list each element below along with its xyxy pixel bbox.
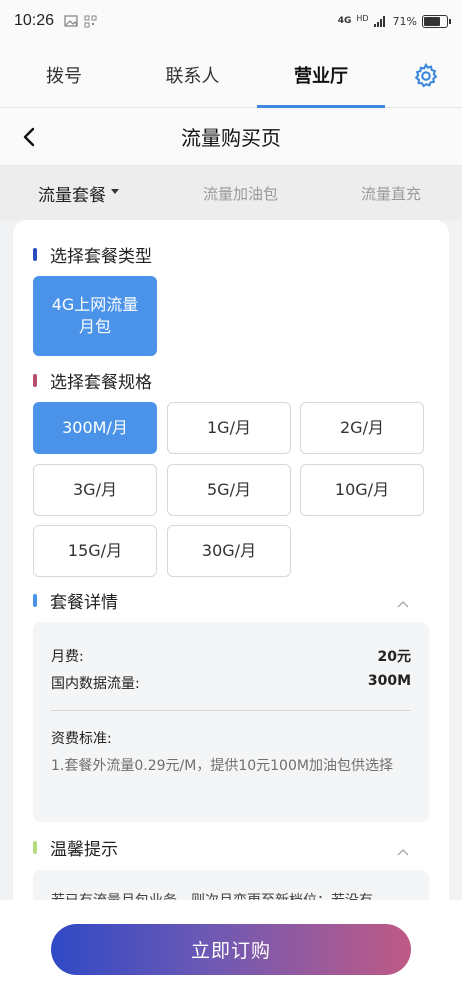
notification-icons: [64, 15, 97, 28]
chevron-up-icon[interactable]: [397, 848, 409, 856]
category-data-package[interactable]: 流量套餐: [38, 166, 119, 220]
divider: [51, 710, 411, 711]
battery-icon: [422, 14, 451, 28]
spec-option[interactable]: 10G/月: [300, 464, 424, 516]
tab-business-hall[interactable]: 营业厅: [257, 42, 385, 108]
type-option-line1: 4G上网流量: [51, 295, 139, 315]
image-icon: [64, 15, 78, 27]
spec-option[interactable]: 3G/月: [33, 464, 157, 516]
section-detail-title: 套餐详情: [33, 588, 118, 613]
network-label: 4G: [337, 16, 352, 26]
tab-contacts[interactable]: 联系人: [128, 42, 257, 108]
section-tips-label: 温馨提示: [50, 840, 118, 860]
status-time: 10:26: [14, 12, 55, 29]
fee-standard-label: 资费标准:: [51, 731, 112, 747]
top-tab-bar: 拨号 联系人 营业厅: [0, 42, 462, 108]
tab-dial[interactable]: 拨号: [0, 42, 128, 108]
section-type-label: 选择套餐类型: [50, 247, 152, 267]
page-title: 流量购买页: [181, 126, 281, 150]
fee-standard-text: 1.套餐外流量0.29元/M，提供10元100M加油包供选择: [51, 758, 393, 774]
signal-icon: [373, 15, 385, 27]
status-right: 4G HD 71%: [337, 13, 451, 28]
section-spec-title: 选择套餐规格: [33, 368, 152, 393]
spec-option[interactable]: 5G/月: [167, 464, 291, 516]
caret-down-icon: [111, 188, 119, 194]
spec-option[interactable]: 2G/月: [300, 402, 424, 454]
section-marker: [33, 248, 37, 261]
status-bar: 10:26 4G HD 71%: [0, 0, 462, 42]
qrcode-icon: [84, 15, 97, 27]
monthly-fee-row: 月费: 20元: [51, 646, 411, 666]
section-marker: [33, 841, 37, 854]
package-card: 选择套餐类型 4G上网流量 月包 选择套餐规格 300M/月 1G/月 2G/月…: [13, 220, 449, 920]
section-marker: [33, 594, 37, 607]
category-refuel-package[interactable]: 流量加油包: [203, 166, 278, 220]
category-tabs: 流量套餐 流量加油包 流量直充: [0, 166, 462, 220]
spec-option[interactable]: 15G/月: [33, 525, 157, 577]
spec-option[interactable]: 1G/月: [167, 402, 291, 454]
data-volume-row: 国内数据流量: 300M: [51, 673, 411, 693]
category-direct-topup[interactable]: 流量直充: [361, 166, 421, 220]
data-volume-label: 国内数据流量:: [51, 676, 140, 692]
buy-now-button[interactable]: 立即订购: [51, 924, 411, 975]
monthly-fee-value: 20元: [377, 649, 411, 665]
spec-option[interactable]: 30G/月: [167, 525, 291, 577]
detail-box: 月费: 20元 国内数据流量: 300M 资费标准: 1.套餐外流量0.29元/…: [33, 622, 429, 822]
data-volume-value: 300M: [367, 673, 411, 689]
type-option-4g-monthly[interactable]: 4G上网流量 月包: [33, 276, 157, 356]
back-arrow-icon[interactable]: [16, 123, 44, 151]
hd-label: HD: [356, 13, 369, 23]
section-marker: [33, 374, 37, 387]
chevron-up-icon[interactable]: [397, 600, 409, 608]
section-type-title: 选择套餐类型: [33, 242, 152, 267]
page-header: 流量购买页: [0, 108, 462, 166]
section-detail-label: 套餐详情: [50, 593, 118, 613]
section-spec-label: 选择套餐规格: [50, 373, 152, 393]
category-label: 流量套餐: [38, 185, 106, 206]
section-tips-title: 温馨提示: [33, 835, 118, 860]
gear-icon[interactable]: [412, 62, 440, 90]
spec-option[interactable]: 300M/月: [33, 402, 157, 454]
type-option-line2: 月包: [78, 317, 111, 336]
monthly-fee-label: 月费:: [51, 649, 84, 665]
battery-percent: 71%: [392, 14, 417, 28]
